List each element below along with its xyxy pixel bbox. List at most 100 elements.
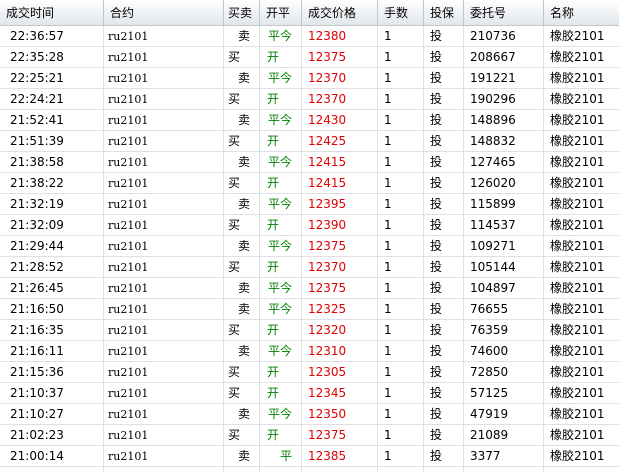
table-row[interactable]: 22:35:28 ru2101 买 开 12375 1 投 208667 橡胶2101 <box>0 47 619 68</box>
quantity-cell: 1 <box>384 92 392 106</box>
order-number-cell: 148896 <box>470 113 516 127</box>
contract-cell: ru2101 <box>108 345 149 358</box>
buy-sell-cell: 卖 <box>238 302 251 316</box>
open-close-cell: 开 <box>267 176 280 190</box>
instrument-name-cell: 橡胶2101 <box>550 449 605 463</box>
col-header-hedge-flag[interactable]: 投保 <box>424 0 464 25</box>
contract-cell: ru2101 <box>108 303 149 316</box>
table-row[interactable]: 21:32:19 ru2101 卖 平今 12395 1 投 115899 橡胶2101 <box>0 194 619 215</box>
buy-sell-cell: 卖 <box>238 155 251 169</box>
quantity-cell: 1 <box>384 449 392 463</box>
buy-sell-cell: 卖 <box>238 344 251 358</box>
col-header-open-close[interactable]: 开平 <box>260 0 302 25</box>
order-number-cell: 21089 <box>470 428 509 442</box>
buy-sell-cell: 买 <box>228 218 241 232</box>
order-number-cell: 191221 <box>470 71 516 85</box>
order-number-cell: 57125 <box>470 386 509 400</box>
instrument-name-cell: 橡胶2101 <box>550 155 605 169</box>
instrument-name-cell: 橡胶2101 <box>550 218 605 232</box>
quantity-cell: 1 <box>384 155 392 169</box>
open-close-cell: 平今 <box>268 71 293 85</box>
contract-cell: ru2101 <box>108 93 149 106</box>
table-row[interactable]: 21:38:22 ru2101 买 开 12415 1 投 126020 橡胶2101 <box>0 173 619 194</box>
table-row[interactable]: 21:28:52 ru2101 买 开 12370 1 投 105144 橡胶2101 <box>0 257 619 278</box>
trade-time-cell: 21:51:39 <box>10 134 64 148</box>
trade-time-cell: 22:35:28 <box>10 50 64 64</box>
open-close-cell: 平 <box>280 449 293 463</box>
trade-time-cell: 21:00:14 <box>10 449 64 463</box>
table-row[interactable]: 22:25:21 ru2101 卖 平今 12370 1 投 191221 橡胶2101 <box>0 68 619 89</box>
col-header-contract[interactable]: 合约 <box>104 0 224 25</box>
trade-price-cell: 12415 <box>308 155 347 169</box>
contract-cell: ru2101 <box>108 429 149 442</box>
quantity-cell: 1 <box>384 50 392 64</box>
buy-sell-cell: 卖 <box>238 449 251 463</box>
table-row[interactable]: 21:51:39 ru2101 买 开 12425 1 投 148832 橡胶2101 <box>0 131 619 152</box>
trade-time-cell: 22:25:21 <box>10 71 64 85</box>
hedge-flag-cell: 投 <box>430 176 443 190</box>
hedge-flag-cell: 投 <box>430 323 443 337</box>
hedge-flag-cell: 投 <box>430 386 443 400</box>
trade-time-cell: 21:10:27 <box>10 407 64 421</box>
col-header-trade-price[interactable]: 成交价格 <box>302 0 378 25</box>
instrument-name-cell: 橡胶2101 <box>550 113 605 127</box>
table-row[interactable]: 21:00:14 ru2101 卖 平 12385 1 投 3377 橡胶2101 <box>0 446 619 467</box>
order-number-cell: 74600 <box>470 344 509 358</box>
open-close-cell: 平今 <box>268 155 293 169</box>
instrument-name-cell: 橡胶2101 <box>550 365 605 379</box>
trade-price-cell: 12375 <box>308 428 347 442</box>
quantity-cell: 1 <box>384 281 392 295</box>
open-close-cell: 开 <box>267 386 280 400</box>
open-close-cell: 开 <box>267 218 280 232</box>
table-row[interactable]: 21:02:23 ru2101 买 开 12375 1 投 21089 橡胶2101 <box>0 425 619 446</box>
instrument-name-cell: 橡胶2101 <box>550 344 605 358</box>
instrument-name-cell: 橡胶2101 <box>550 323 605 337</box>
table-row[interactable]: 21:38:58 ru2101 卖 平今 12415 1 投 127465 橡胶2101 <box>0 152 619 173</box>
instrument-name-cell: 橡胶2101 <box>550 134 605 148</box>
quantity-cell: 1 <box>384 134 392 148</box>
open-close-cell: 平今 <box>268 197 293 211</box>
table-row[interactable]: 21:10:27 ru2101 卖 平今 12350 1 投 47919 橡胶2101 <box>0 404 619 425</box>
order-number-cell: 104897 <box>470 281 516 295</box>
hedge-flag-cell: 投 <box>430 428 443 442</box>
table-row[interactable]: 21:26:45 ru2101 卖 平今 12375 1 投 104897 橡胶2101 <box>0 278 619 299</box>
instrument-name-cell: 橡胶2101 <box>550 50 605 64</box>
buy-sell-cell: 买 <box>228 50 241 64</box>
open-close-cell: 平今 <box>268 239 293 253</box>
quantity-cell: 1 <box>384 302 392 316</box>
hedge-flag-cell: 投 <box>430 281 443 295</box>
table-row[interactable]: 21:15:36 ru2101 买 开 12305 1 投 72850 橡胶2101 <box>0 362 619 383</box>
table-row[interactable]: 22:24:21 ru2101 买 开 12370 1 投 190296 橡胶2101 <box>0 89 619 110</box>
col-header-quantity[interactable]: 手数 <box>378 0 424 25</box>
table-row[interactable]: 21:29:44 ru2101 卖 平今 12375 1 投 109271 橡胶2101 <box>0 236 619 257</box>
table-row[interactable]: 21:16:35 ru2101 买 开 12320 1 投 76359 橡胶2101 <box>0 320 619 341</box>
buy-sell-cell: 卖 <box>238 239 251 253</box>
trade-price-cell: 12385 <box>308 449 347 463</box>
trade-time-cell: 22:36:57 <box>10 29 64 43</box>
table-row[interactable]: 21:10:37 ru2101 买 开 12345 1 投 57125 橡胶2101 <box>0 383 619 404</box>
quantity-cell: 1 <box>384 407 392 421</box>
col-header-order-number[interactable]: 委托号 <box>464 0 544 25</box>
open-close-cell: 平今 <box>268 281 293 295</box>
table-row[interactable]: 21:16:50 ru2101 卖 平今 12325 1 投 76655 橡胶2101 <box>0 299 619 320</box>
order-number-cell: 127465 <box>470 155 516 169</box>
open-close-cell: 开 <box>267 323 280 337</box>
trade-time-cell: 21:10:37 <box>10 386 64 400</box>
table-row[interactable]: 21:32:09 ru2101 买 开 12390 1 投 114537 橡胶2101 <box>0 215 619 236</box>
trade-time-cell: 21:32:19 <box>10 197 64 211</box>
col-header-name[interactable]: 名称 <box>544 0 619 25</box>
table-row[interactable]: 21:16:11 ru2101 卖 平今 12310 1 投 74600 橡胶2101 <box>0 341 619 362</box>
contract-cell: ru2101 <box>108 261 149 274</box>
buy-sell-cell: 卖 <box>238 29 251 43</box>
hedge-flag-cell: 投 <box>430 197 443 211</box>
open-close-cell: 平今 <box>268 407 293 421</box>
buy-sell-cell: 卖 <box>238 281 251 295</box>
col-header-buy-sell[interactable]: 买卖 <box>224 0 260 25</box>
col-header-trade-time[interactable]: 成交时间 <box>0 0 104 25</box>
trade-price-cell: 12375 <box>308 50 347 64</box>
table-row[interactable]: 21:52:41 ru2101 卖 平今 12430 1 投 148896 橡胶2101 <box>0 110 619 131</box>
instrument-name-cell: 橡胶2101 <box>550 239 605 253</box>
open-close-cell: 平今 <box>268 113 293 127</box>
instrument-name-cell: 橡胶2101 <box>550 302 605 316</box>
table-row[interactable]: 22:36:57 ru2101 卖 平今 12380 1 投 210736 橡胶2101 <box>0 26 619 47</box>
